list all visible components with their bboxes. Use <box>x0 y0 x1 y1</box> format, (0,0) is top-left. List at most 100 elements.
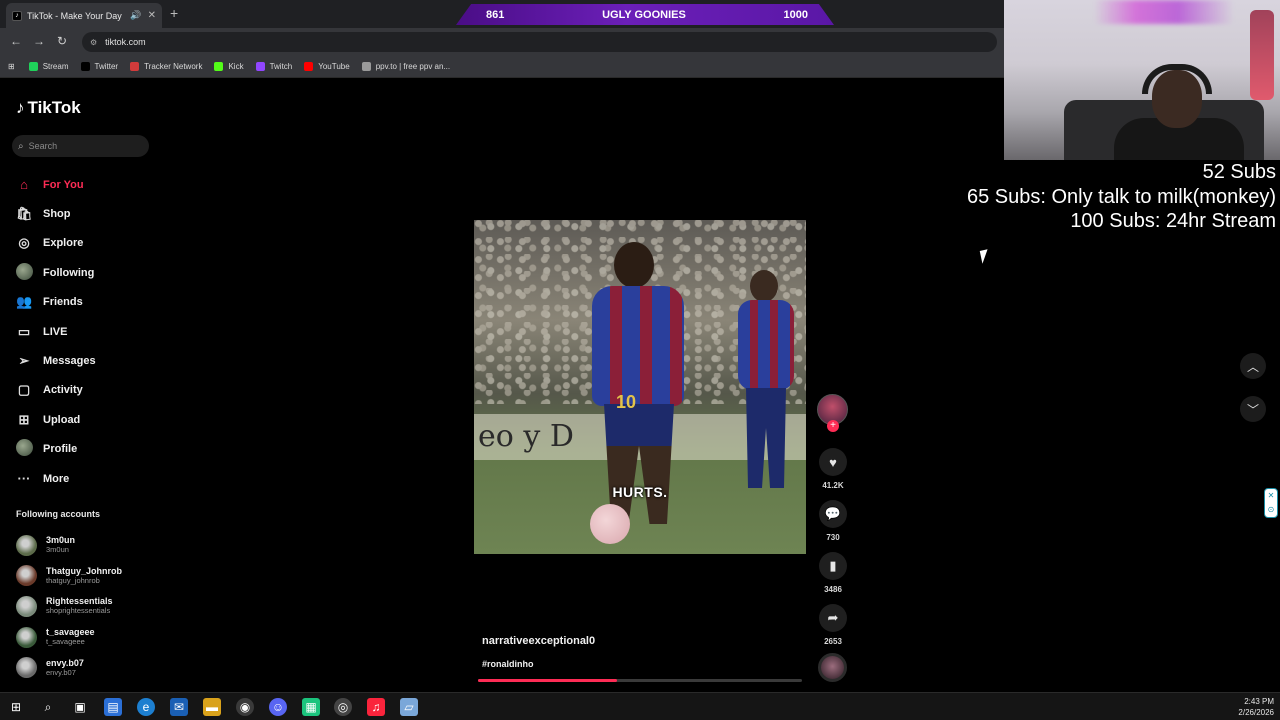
file-explorer-icon[interactable]: ▬ <box>203 698 221 716</box>
clock-time: 2:43 PM <box>1244 697 1274 706</box>
sidebar-item-shop[interactable]: 🛍 Shop <box>16 199 156 228</box>
bookmark-icon[interactable]: ▮ <box>819 552 847 580</box>
video-progress-fill <box>478 679 618 682</box>
like-action[interactable]: ♥ 41.2K <box>818 448 848 490</box>
video-player[interactable]: eo y D 10 HURTS. <box>474 220 806 554</box>
taskbar-search-icon[interactable]: ⌕ <box>39 698 57 716</box>
goal-title: UGLY GOONIES <box>602 8 686 21</box>
bookmark-label: Kick <box>228 62 244 71</box>
app-green-icon[interactable]: ▦ <box>302 698 320 716</box>
sidebar-item-live[interactable]: ▭ LIVE <box>16 317 156 346</box>
live-icon: ▭ <box>17 323 31 339</box>
reload-icon[interactable]: ↻ <box>57 34 67 48</box>
following-account-item[interactable]: t_savageee t_savageee <box>16 622 156 653</box>
bookmark-item[interactable]: Tracker Network <box>130 62 202 71</box>
following-account-item[interactable]: 3m0un 3m0un <box>16 530 156 561</box>
windows-start-icon[interactable]: ⊞ <box>7 698 25 716</box>
close-tab-icon[interactable]: ✕ <box>148 10 156 21</box>
following-accounts-title: Following accounts <box>16 509 101 519</box>
bookmark-item[interactable]: Twitch <box>255 62 293 71</box>
clock-date: 2/26/2026 <box>1238 708 1274 717</box>
avatar <box>16 565 37 587</box>
previous-video-chevron-up-icon[interactable]: ︿ <box>1240 353 1266 379</box>
sidebar-item-friends[interactable]: 👥 Friends <box>16 288 156 317</box>
sidebar-item-messages[interactable]: ➢ Messages <box>16 346 156 375</box>
like-count: 41.2K <box>822 481 844 490</box>
back-arrow-icon[interactable]: ← <box>10 34 22 48</box>
chrome-icon[interactable]: ◉ <box>236 698 254 716</box>
bookmark-favicon-icon <box>130 62 140 71</box>
store-icon[interactable]: ▤ <box>104 698 122 716</box>
sidebar-item-label: For You <box>43 178 84 191</box>
apps-grid-icon[interactable]: ⊞ <box>8 62 15 71</box>
url-field[interactable]: ⚙ tiktok.com <box>82 32 997 52</box>
extension-widget-icon[interactable]: ✕ ⊙ <box>1264 488 1278 518</box>
jersey-number: 10 <box>616 392 637 412</box>
sub-goal-line: 65 Subs: Only talk to milk(monkey) <box>967 185 1276 208</box>
new-tab-button[interactable]: + <box>170 5 178 21</box>
edge-icon[interactable]: e <box>137 698 155 716</box>
comment-action[interactable]: 💬 730 <box>818 500 848 542</box>
avatar <box>16 439 33 459</box>
obs-icon[interactable]: ◎ <box>334 698 352 716</box>
bookmark-favicon-icon <box>255 62 265 71</box>
avatar <box>16 595 37 617</box>
save-action[interactable]: ▮ 3486 <box>818 552 848 594</box>
follow-plus-icon[interactable]: + <box>827 420 839 432</box>
following-account-item[interactable]: envy.b07 envy.b07 <box>16 652 156 683</box>
bookmark-label: Twitter <box>94 62 119 71</box>
sub-goal-line: 52 Subs <box>1202 161 1276 183</box>
activity-icon: ▢ <box>17 382 31 398</box>
heart-icon[interactable]: ♥ <box>819 448 847 476</box>
account-name: 3m0un <box>46 535 76 546</box>
video-progress-bar[interactable] <box>478 679 802 682</box>
sidebar-item-label: LIVE <box>43 325 68 338</box>
bookmark-item[interactable]: Twitter <box>80 62 119 71</box>
audio-playing-icon[interactable]: 🔊 <box>130 10 141 21</box>
comment-icon[interactable]: 💬 <box>819 500 847 528</box>
more-icon: ··· <box>17 471 31 487</box>
forward-arrow-icon[interactable]: → <box>33 34 45 48</box>
sidebar-item-label: Messages <box>43 355 96 368</box>
search-input[interactable]: ⌕ Search <box>12 135 149 157</box>
logo-text: TikTok <box>27 98 81 117</box>
video-author[interactable]: narrativeexceptional0 <box>482 635 595 647</box>
share-arrow-icon[interactable]: ➦ <box>819 604 847 632</box>
mail-icon[interactable]: ✉ <box>170 698 188 716</box>
search-placeholder: Search <box>28 141 58 151</box>
share-action[interactable]: ➦ 2653 <box>818 604 848 646</box>
account-name: Rightessentials <box>46 596 113 607</box>
video-hashtag[interactable]: #ronaldinho <box>482 659 534 669</box>
music-app-icon[interactable]: ♫ <box>367 698 385 716</box>
following-account-item[interactable]: Thatguy_Johnrob thatguy_johnrob <box>16 561 156 592</box>
sidebar-item-upload[interactable]: ⊞ Upload <box>16 405 156 434</box>
sidebar-item-explore[interactable]: ◎ Explore <box>16 229 156 258</box>
send-icon: ➢ <box>18 353 30 369</box>
bookmark-item[interactable]: Stream <box>28 62 69 71</box>
discord-icon[interactable]: ☺ <box>269 698 287 716</box>
bookmark-item[interactable]: ppv.to | free ppv an... <box>361 62 450 71</box>
bookmark-label: Twitch <box>269 62 293 71</box>
bookmark-item[interactable]: Kick <box>214 62 244 71</box>
system-clock[interactable]: 2:43 PM 2/26/2026 <box>1238 696 1274 718</box>
next-video-chevron-down-icon[interactable]: ﹀ <box>1240 396 1266 422</box>
sidebar-item-label: Upload <box>43 413 81 426</box>
music-disc-icon[interactable] <box>818 653 847 682</box>
account-handle: envy.b07 <box>46 667 76 677</box>
tiktok-note-icon: ♪ <box>16 98 25 117</box>
home-icon: ⌂ <box>20 177 28 193</box>
tiktok-logo[interactable]: ♪ TikTok <box>16 98 81 118</box>
sidebar-item-activity[interactable]: ▢ Activity <box>16 376 156 405</box>
account-name: t_savageee <box>46 627 95 638</box>
task-view-icon[interactable]: ▣ <box>71 698 89 716</box>
browser-tab-tiktok[interactable]: ♪ TikTok - Make Your Day 🔊 ✕ <box>6 3 162 28</box>
sidebar-item-label: Profile <box>43 443 78 456</box>
following-account-item[interactable]: Rightessentials shoprightessentials <box>16 591 156 622</box>
sidebar-item-profile[interactable]: Profile <box>16 435 156 464</box>
bookmark-item[interactable]: YouTube <box>304 62 350 71</box>
sidebar-item-following[interactable]: Following <box>16 258 156 287</box>
app-folder-icon[interactable]: ▱ <box>400 698 418 716</box>
sidebar-item-for-you[interactable]: ⌂ For You <box>16 170 156 199</box>
site-info-icon[interactable]: ⚙ <box>90 38 97 47</box>
sidebar-item-more[interactable]: ··· More <box>16 464 156 493</box>
